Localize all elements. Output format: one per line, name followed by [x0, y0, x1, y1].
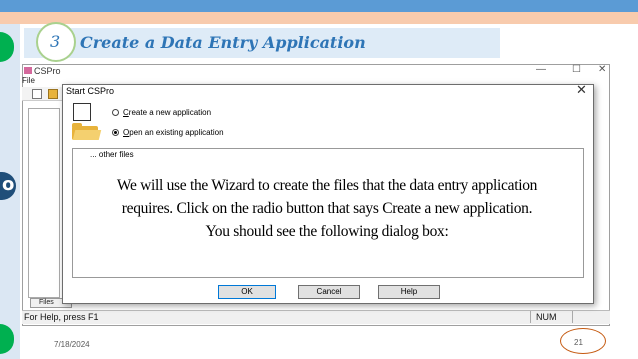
window-close-button[interactable]: ✕: [598, 64, 606, 75]
instruction-text: We will use the Wizard to create the fil…: [76, 174, 578, 243]
page-number: 21: [574, 338, 583, 347]
new-document-icon: [73, 103, 91, 121]
instruction-line: You should see the following dialog box:: [205, 223, 449, 240]
open-folder-icon: [72, 123, 102, 140]
blue-tab-decoration: [0, 172, 16, 200]
list-item[interactable]: ... other files: [90, 150, 134, 159]
new-file-icon[interactable]: [32, 89, 42, 99]
page-number-oval: [560, 328, 606, 354]
minimize-button[interactable]: —: [536, 64, 546, 75]
status-help-text: For Help, press F1: [24, 312, 99, 322]
status-num-indicator: NUM: [536, 312, 557, 322]
green-tab-decoration: [0, 32, 14, 62]
slide-top-accent: [0, 12, 638, 24]
ok-button[interactable]: OK: [218, 285, 276, 299]
maximize-button[interactable]: ☐: [572, 64, 581, 75]
slide-title: Create a Data Entry Application: [80, 33, 366, 52]
dialog-close-icon[interactable]: ✕: [576, 83, 587, 98]
status-divider: [572, 311, 573, 323]
cspro-app-icon: [24, 67, 32, 74]
instruction-line: We will use the Wizard to create the fil…: [116, 177, 538, 194]
dialog-title: Start CSPro: [66, 86, 115, 96]
status-bar: [22, 310, 610, 324]
create-new-label[interactable]: Create a new application: [123, 108, 211, 117]
open-existing-label[interactable]: Open an existing application: [123, 128, 224, 137]
create-new-radio[interactable]: [112, 109, 119, 116]
cancel-button[interactable]: Cancel: [298, 285, 360, 299]
menu-file[interactable]: File: [22, 76, 35, 85]
instruction-line: requires. Click on the radio button that…: [121, 200, 533, 217]
slide-top-band: [0, 0, 638, 12]
open-folder-icon[interactable]: [48, 89, 58, 99]
files-tree-pane[interactable]: [28, 108, 60, 298]
status-divider: [530, 311, 531, 323]
help-button[interactable]: Help: [378, 285, 440, 299]
cspro-window-title: CSPro: [34, 66, 61, 76]
slide-left-rail: [0, 24, 20, 359]
open-existing-radio[interactable]: [112, 129, 119, 136]
green-tab-decoration-bottom: [0, 324, 14, 354]
slide-date: 7/18/2024: [54, 340, 90, 349]
step-number: 3: [50, 32, 61, 51]
